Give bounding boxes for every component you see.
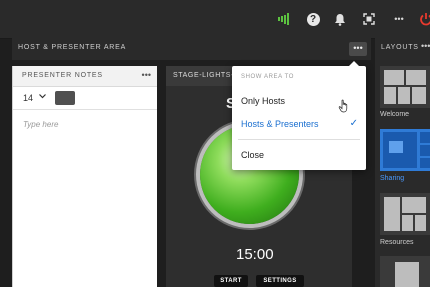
menu-divider (238, 139, 360, 140)
show-area-dropdown-menu: SHOW AREA TO Only Hosts Hosts & Presente… (232, 61, 366, 170)
presenter-notes-more-button[interactable]: ••• (142, 70, 151, 80)
layout-thumbnail-resources[interactable] (380, 193, 430, 235)
menu-item-label: Hosts & Presenters (241, 119, 319, 129)
start-button[interactable]: START (214, 275, 248, 287)
timer-display: 15:00 (236, 246, 274, 263)
presenter-notes-pod: PRESENTER NOTES ••• 14 Type here (12, 66, 157, 287)
layout-thumbnail-4[interactable] (380, 256, 430, 287)
notes-text-area[interactable]: Type here (23, 120, 58, 129)
layout-thumbnail-welcome[interactable] (380, 66, 430, 108)
layouts-title: LAYOUTS (381, 44, 419, 51)
font-color-swatch[interactable] (55, 91, 75, 105)
help-icon[interactable]: ? (305, 11, 321, 27)
chevron-down-icon[interactable] (39, 92, 46, 101)
menu-item-label: Close (241, 150, 265, 160)
host-presenter-area-title: HOST & PRESENTER AREA (18, 44, 127, 51)
top-bar: ? ••• (0, 0, 430, 39)
menu-item-hosts-presenters[interactable]: Hosts & Presenters ✓ (232, 113, 366, 135)
layout-thumbnail-sharing[interactable] (380, 129, 430, 171)
power-icon[interactable] (418, 11, 430, 27)
more-icon[interactable]: ••• (391, 11, 407, 27)
stage-lights-title: STAGE-LIGHTS-V (173, 72, 240, 79)
presenter-notes-title: PRESENTER NOTES (22, 72, 103, 79)
layout-label-sharing[interactable]: Sharing (380, 175, 404, 182)
settings-button[interactable]: SETTINGS (256, 275, 304, 287)
hand-cursor-icon (338, 99, 348, 113)
host-area-more-button[interactable]: ••• (349, 42, 367, 56)
presenter-notes-header: PRESENTER NOTES ••• (13, 66, 157, 87)
layout-label-resources[interactable]: Resources (380, 239, 413, 246)
menu-caret (349, 61, 359, 66)
signal-icon (276, 11, 292, 27)
menu-item-label: Only Hosts (241, 96, 286, 106)
app-window: ? ••• HOST & PRESENTER AREA ••• PRESENTE… (0, 0, 430, 287)
host-presenter-area-header: HOST & PRESENTER AREA ••• (12, 38, 371, 60)
notification-bell-icon[interactable] (332, 11, 348, 27)
menu-header: SHOW AREA TO (241, 74, 294, 80)
checkmark-icon: ✓ (349, 118, 358, 129)
layout-label-welcome[interactable]: Welcome (380, 111, 409, 118)
layouts-more-button[interactable]: ••• (421, 41, 430, 51)
fullscreen-icon[interactable] (361, 11, 377, 27)
layouts-panel: LAYOUTS ••• Welcome Sharing Resources (375, 38, 430, 287)
menu-item-close[interactable]: Close (232, 144, 366, 166)
font-size-select[interactable]: 14 (23, 93, 33, 103)
presenter-notes-toolbar: 14 (13, 87, 157, 110)
